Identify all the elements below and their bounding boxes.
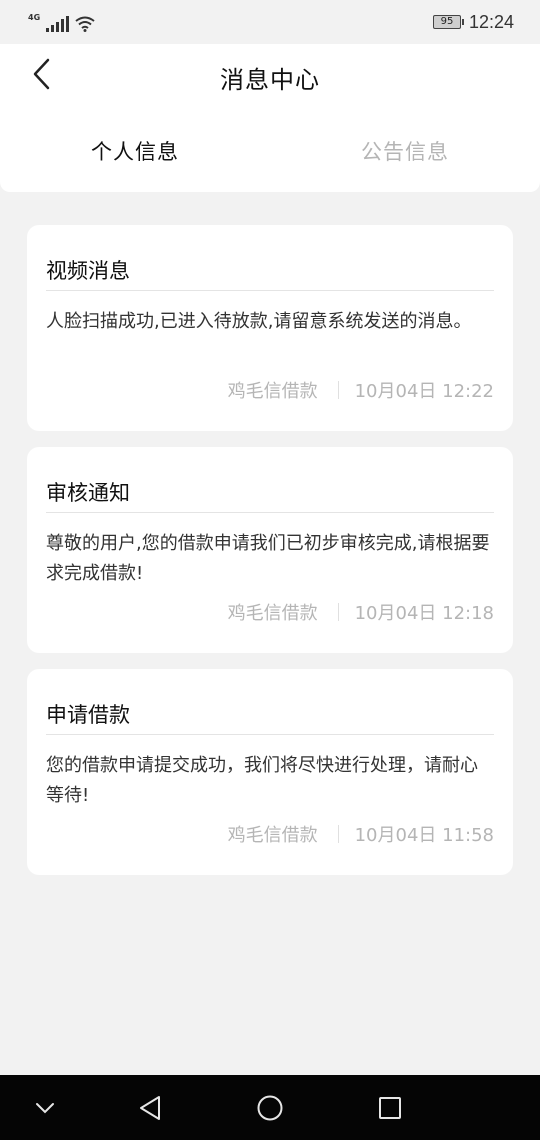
back-triangle-icon xyxy=(140,1095,160,1120)
hide-nav-button[interactable] xyxy=(15,1075,75,1140)
message-card[interactable]: 视频消息 人脸扫描成功,已进入待放款,请留意系统发送的消息。 鸡毛信借款 10月… xyxy=(27,225,513,431)
signal-icon xyxy=(46,16,70,32)
network-type: 4G xyxy=(28,13,41,22)
meta-divider xyxy=(337,381,339,399)
meta-divider xyxy=(337,603,339,621)
system-home-button[interactable] xyxy=(240,1075,300,1140)
message-card[interactable]: 申请借款 您的借款申请提交成功，我们将尽快进行处理，请耐心等待! 鸡毛信借款 1… xyxy=(27,669,513,875)
message-title: 审核通知 xyxy=(46,447,494,513)
page-title: 消息中心 xyxy=(220,65,320,94)
status-bar: 4G 95 12:24 xyxy=(0,0,540,44)
message-meta: 鸡毛信借款 10月04日 12:18 xyxy=(228,599,494,625)
battery-level: 95 xyxy=(440,16,454,27)
message-time: 10月04日 11:58 xyxy=(354,825,494,846)
header: 消息中心 xyxy=(0,44,540,110)
message-source: 鸡毛信借款 xyxy=(227,381,318,402)
home-circle-icon xyxy=(257,1095,283,1120)
message-body: 您的借款申请提交成功，我们将尽快进行处理，请耐心等待! xyxy=(46,755,478,806)
recents-square-icon xyxy=(379,1096,401,1119)
message-meta: 鸡毛信借款 10月04日 11:58 xyxy=(228,821,494,847)
tab-bar: 个人信息 公告信息 xyxy=(0,110,540,192)
system-recents-button[interactable] xyxy=(360,1075,420,1140)
back-button[interactable] xyxy=(22,52,62,96)
message-time: 10月04日 12:22 xyxy=(354,381,494,402)
meta-divider xyxy=(337,825,339,843)
message-title: 申请借款 xyxy=(46,669,494,735)
tab-announcements[interactable]: 公告信息 xyxy=(270,110,540,192)
tab-personal-info[interactable]: 个人信息 xyxy=(0,110,270,192)
message-list: 视频消息 人脸扫描成功,已进入待放款,请留意系统发送的消息。 鸡毛信借款 10月… xyxy=(27,225,513,891)
message-card[interactable]: 审核通知 尊敬的用户,您的借款申请我们已初步审核完成,请根据要求完成借款! 鸡毛… xyxy=(27,447,513,653)
message-time: 10月04日 12:18 xyxy=(354,603,494,624)
status-right: 95 12:24 xyxy=(432,11,514,33)
message-source: 鸡毛信借款 xyxy=(227,603,318,624)
message-body: 尊敬的用户,您的借款申请我们已初步审核完成,请根据要求完成借款! xyxy=(46,533,490,584)
message-source: 鸡毛信借款 xyxy=(227,825,318,846)
status-left: 4G xyxy=(28,12,95,32)
status-time: 12:24 xyxy=(468,11,514,32)
battery-icon: 95 xyxy=(432,15,464,29)
message-meta: 鸡毛信借款 10月04日 12:22 xyxy=(228,377,494,403)
system-back-button[interactable] xyxy=(120,1075,180,1140)
wifi-icon xyxy=(75,16,95,32)
message-body: 人脸扫描成功,已进入待放款,请留意系统发送的消息。 xyxy=(46,311,472,332)
message-title: 视频消息 xyxy=(46,225,494,291)
system-nav-bar xyxy=(0,1075,540,1140)
chevron-left-icon xyxy=(33,58,50,90)
chevron-down-icon xyxy=(36,1102,54,1113)
